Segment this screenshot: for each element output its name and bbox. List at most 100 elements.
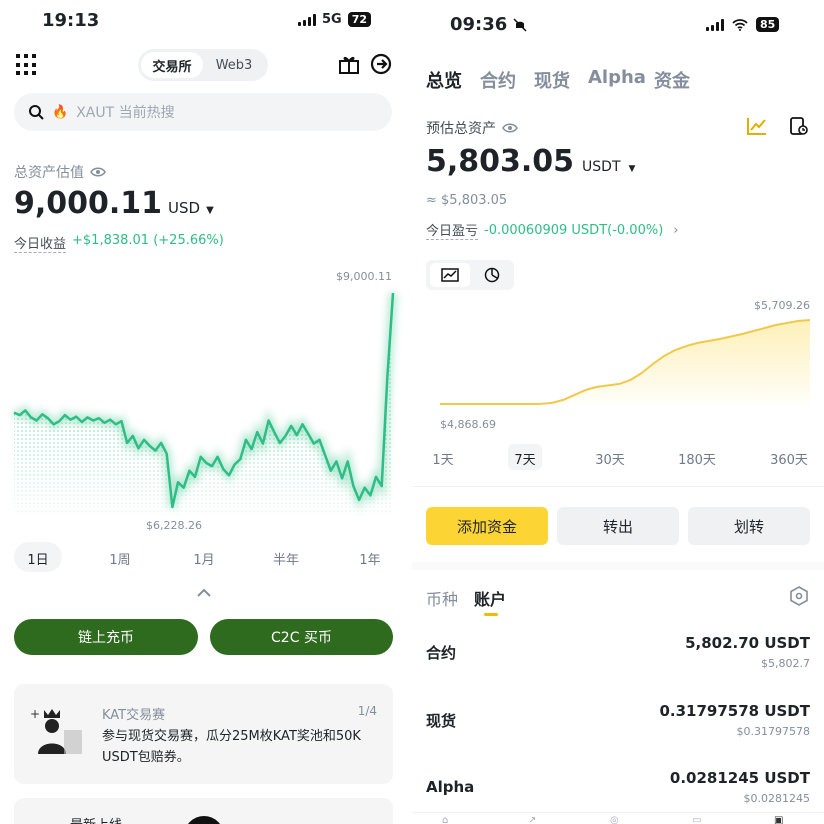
range-1m[interactable]: 1月 (184, 549, 224, 568)
c2c-buy-button[interactable]: C2C 买币 (210, 619, 393, 655)
chart-min-label: $6,228.26 (146, 519, 202, 532)
tab-futures[interactable]: 合约 (480, 67, 516, 93)
internal-transfer-button[interactable]: 划转 (688, 507, 810, 545)
range-180d[interactable]: 180天 (674, 449, 720, 468)
assets-nav-icon[interactable]: ▣ (774, 815, 783, 824)
status-time-row: 09:36 (450, 14, 527, 35)
battery-indicator: 85 (756, 17, 780, 32)
onchain-deposit-button[interactable]: 链上充币 (14, 619, 198, 655)
account-name: 合约 (426, 644, 457, 662)
account-value: 0.0281245 USDT (669, 769, 810, 787)
futures-nav-icon[interactable]: ▭ (692, 815, 701, 824)
today-pnl-label[interactable]: 今日收益 (14, 233, 67, 253)
add-funds-button[interactable]: 添加资金 (426, 507, 548, 545)
chart-min-label: $4,868.69 (440, 418, 496, 431)
currency-selector[interactable]: USD (168, 199, 200, 217)
chevron-up-icon[interactable] (196, 588, 212, 598)
bottom-nav: ⌂ ↗ ◎ ▭ ▣ (412, 812, 824, 824)
battery-indicator: 72 (347, 12, 372, 27)
section-divider (412, 562, 824, 570)
segment-exchange[interactable]: 交易所 (141, 52, 203, 78)
divider (412, 486, 824, 487)
left-screen: 19:13 5G 72 交易所 Web3 🔥 XAUT 当前热搜 总资产估值 9… (0, 0, 412, 824)
promo-body: 参与现货交易赛，瓜分25M枚KAT奖池和50K USDT包赔券。 (102, 729, 361, 765)
network-label: 5G (322, 12, 342, 27)
total-assets-value-row: 9,000.11 USD ▼ (14, 186, 214, 221)
caret-down-icon[interactable]: ▼ (206, 205, 214, 216)
next-card[interactable]: 最新上线 (14, 798, 393, 824)
home-nav-icon[interactable]: ⌂ (442, 815, 448, 824)
status-time: 19:13 (42, 10, 100, 31)
tab-funding[interactable]: 资金 (654, 67, 690, 93)
account-usd: $5,802.7 (761, 657, 810, 670)
eye-icon[interactable] (90, 166, 106, 178)
range-1d[interactable]: 1日 (14, 549, 62, 568)
mute-bell-icon (513, 17, 527, 32)
settings-hex-icon[interactable] (790, 586, 808, 606)
search-icon (29, 105, 44, 120)
chart-max-label: $5,709.26 (754, 299, 810, 312)
today-pnl-value: -0.00060909 USDT(-0.00%) (484, 222, 664, 238)
tab-overview[interactable]: 总览 (426, 67, 462, 93)
today-pnl-row: 今日收益 +$1,838.01 (+25.66%) (14, 233, 224, 253)
trade-nav-icon[interactable]: ◎ (610, 815, 619, 824)
tab-coin[interactable]: 币种 (426, 586, 458, 610)
next-card-title: 最新上线 (70, 814, 122, 824)
asset-area-chart (439, 319, 811, 405)
tab-account[interactable]: 账户 (474, 586, 506, 610)
account-value: 5,802.70 USDT (685, 634, 810, 652)
range-6m[interactable]: 半年 (266, 549, 306, 568)
signal-icon (298, 13, 316, 26)
range-1d[interactable]: 1天 (426, 449, 460, 468)
tab-alpha[interactable]: Alpha (588, 67, 646, 88)
range-30d[interactable]: 30天 (590, 449, 630, 468)
status-icons: 85 (706, 17, 780, 32)
status-time: 09:36 (450, 14, 508, 35)
caret-down-icon[interactable]: ▼ (629, 164, 636, 174)
tab-underline (484, 613, 498, 616)
account-name: Alpha (426, 778, 475, 796)
today-pnl-label[interactable]: 今日盈亏 (426, 220, 479, 240)
promo-pager: 1/4 (357, 704, 377, 718)
range-1w[interactable]: 1周 (100, 549, 140, 568)
search-bar[interactable]: 🔥 XAUT 当前热搜 (14, 93, 392, 131)
transfer-out-button[interactable]: 转出 (557, 507, 679, 545)
exit-icon[interactable] (370, 53, 392, 75)
currency-selector[interactable]: USDT (582, 159, 620, 175)
history-icon[interactable] (788, 116, 808, 136)
segment-web3[interactable]: Web3 (203, 52, 265, 78)
chart-area-fill (440, 320, 810, 404)
apps-grid-icon[interactable] (16, 54, 38, 76)
today-pnl-value: +$1,838.01 (+25.66%) (72, 233, 224, 248)
range-360d[interactable]: 360天 (764, 449, 814, 468)
signal-icon (706, 18, 724, 31)
pie-chart-icon[interactable] (484, 267, 500, 283)
eye-icon[interactable] (502, 122, 518, 134)
today-pnl-row[interactable]: 今日盈亏 -0.00060909 USDT(-0.00%) › (426, 220, 678, 240)
account-name: 现货 (426, 712, 457, 730)
est-assets-value: 5,803.05 (426, 144, 575, 179)
trophy-avatar-icon: + (30, 707, 82, 754)
account-usd: $0.0281245 (743, 792, 810, 805)
wifi-icon (732, 18, 748, 31)
status-icons: 5G 72 (298, 12, 372, 27)
fire-icon: 🔥 (52, 104, 69, 120)
range-1y[interactable]: 1年 (350, 549, 390, 568)
chevron-right-icon[interactable]: › (673, 223, 678, 238)
range-7d[interactable]: 7天 (508, 449, 542, 468)
tab-spot[interactable]: 现货 (534, 67, 570, 93)
svg-text:+: + (30, 707, 40, 721)
promo-card[interactable]: + KAT交易赛 1/4 参与现货交易赛，瓜分25M枚KAT奖池和50K USD… (14, 684, 393, 784)
asset-line-chart (0, 292, 412, 520)
search-placeholder: XAUT 当前热搜 (76, 105, 175, 121)
total-assets-label: 总资产估值 (14, 165, 84, 181)
gift-icon[interactable] (338, 53, 360, 75)
est-assets-label: 预估总资产 (426, 121, 496, 137)
right-screen: 09:36 85 总览 合约 现货 Alpha 资金 预估总资产 5,803.0… (412, 0, 824, 824)
approx-usd-value: ≈ $5,803.05 (426, 193, 508, 208)
next-card-avatar (184, 816, 224, 824)
account-usd: $0.31797578 (736, 725, 810, 738)
line-chart-icon[interactable] (441, 268, 459, 282)
pnl-chart-icon[interactable] (746, 116, 768, 136)
markets-nav-icon[interactable]: ↗ (528, 815, 536, 824)
